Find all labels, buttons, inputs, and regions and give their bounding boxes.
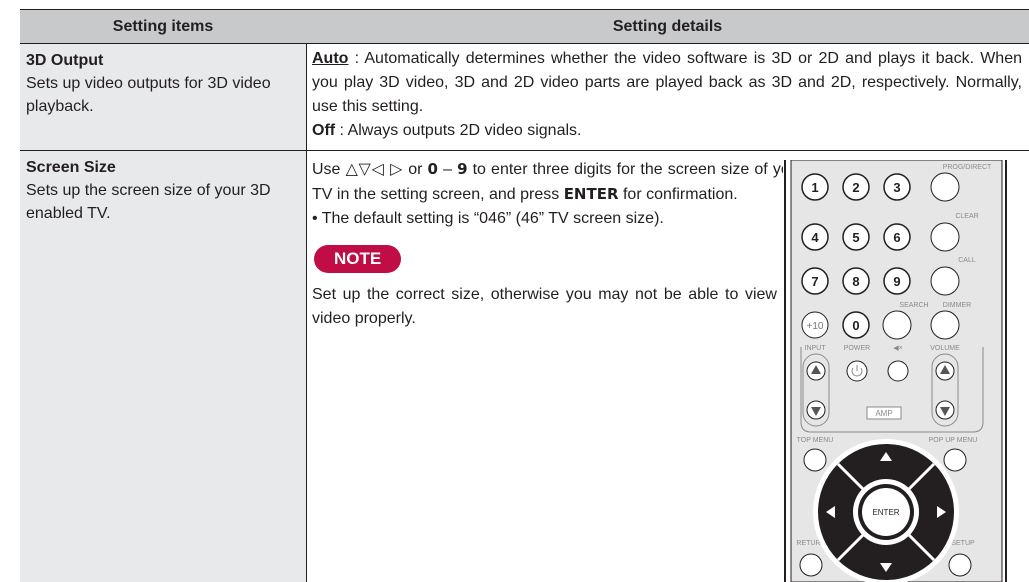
column-divider [306, 44, 307, 582]
note-text: Set up the correct size, otherwise you m… [312, 286, 804, 327]
digit-3: 3 [893, 180, 900, 195]
digit-4: 4 [811, 230, 819, 245]
key-9: 9 [457, 160, 468, 178]
enter-button-label: ENTER [872, 508, 899, 517]
row-screen-size-label-cell: Screen Size Sets up the screen size of y… [20, 151, 306, 582]
key-0: 0 [427, 160, 438, 178]
off-option-text: : Always outputs 2D video signals. [335, 122, 582, 139]
digit-7: 7 [811, 274, 818, 289]
instr-text-a: Use [312, 161, 346, 178]
row-3d-output-desc: Sets up video outputs for 3D video playb… [26, 75, 271, 115]
digit-9: 9 [893, 274, 900, 289]
label-clear: CLEAR [955, 213, 978, 220]
label-call: CALL [958, 257, 976, 264]
row-3d-output-label-cell: 3D Output Sets up video outputs for 3D v… [20, 44, 306, 150]
cursor-arrows-icon: △▽◁ ▷ [345, 159, 404, 178]
auto-option-text: : Automatically determines whether the v… [312, 50, 1022, 115]
label-prog-direct: PROG/DIRECT [943, 164, 992, 171]
row-screen-size-desc: Sets up the screen size of your 3D enabl… [26, 182, 271, 222]
digit-8: 8 [852, 274, 859, 289]
digit-6: 6 [893, 230, 900, 245]
label-mute: ◀× [893, 345, 902, 352]
header-setting-details: Setting details [612, 18, 723, 35]
row-3d-output-details: Auto : Automatically determines whether … [312, 47, 1022, 143]
digit-1: 1 [811, 180, 818, 195]
label-volume: VOLUME [930, 345, 960, 352]
label-search: SEARCH [899, 302, 928, 309]
label-popup-menu: POP UP MENU [929, 437, 978, 444]
table-header: Setting items Setting details [20, 9, 1029, 44]
instr-text-d: for confirmation. [618, 186, 738, 203]
default-setting-bullet: • The default setting is “046” (46” TV s… [312, 210, 664, 227]
row-screen-size-title: Screen Size [26, 159, 116, 176]
cursor-pad: ENTER [813, 439, 959, 582]
remote-control-illustration: 1 2 3 4 5 6 7 8 9 +10 0 PROG/DIRECT CLEA… [783, 160, 1009, 582]
digit-5: 5 [852, 230, 859, 245]
digit-plus10: +10 [807, 321, 824, 332]
row-screen-size-details: Use △▽◁ ▷ or 0 – 9 to enter three digits… [312, 157, 804, 331]
screen-size-instructions: Use △▽◁ ▷ or 0 – 9 to enter three digits… [312, 157, 804, 207]
instr-dash: – [437, 161, 458, 178]
row-3d-output-title: 3D Output [26, 52, 104, 69]
digit-0: 0 [852, 318, 859, 333]
label-power: POWER [844, 345, 870, 352]
header-setting-items: Setting items [112, 18, 214, 35]
instr-text-b: or [403, 161, 428, 178]
label-setup: SETUP [951, 540, 975, 547]
amp-button-label: AMP [875, 409, 892, 418]
auto-option-label: Auto [312, 50, 349, 67]
label-dimmer: DIMMER [943, 302, 971, 309]
label-input: INPUT [805, 345, 827, 352]
enter-key-label: ENTER [563, 185, 619, 203]
off-option-label: Off [312, 122, 336, 139]
note-badge: NOTE [314, 245, 402, 273]
digit-2: 2 [852, 180, 859, 195]
label-top-menu: TOP MENU [797, 437, 834, 444]
